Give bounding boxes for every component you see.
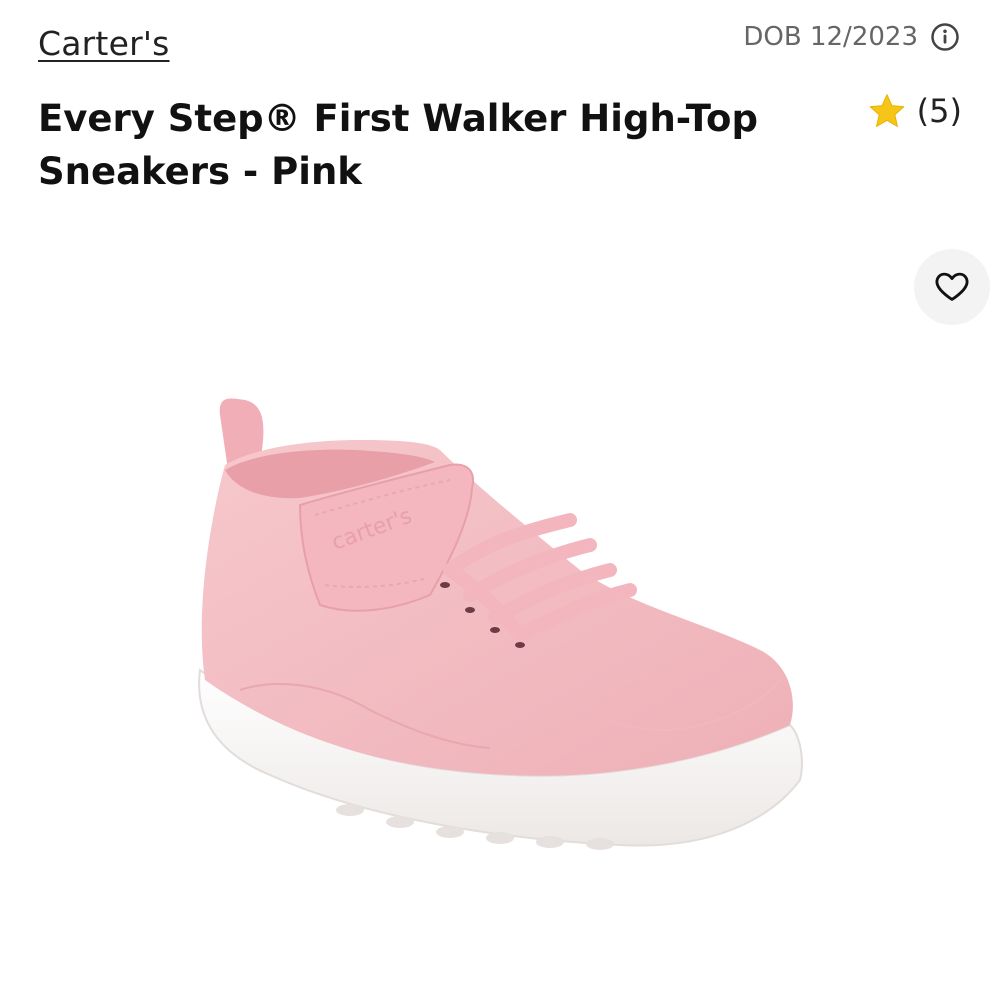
dob-info[interactable]: DOB 12/2023 [743,22,960,52]
product-title: Every Step® First Walker High-Top Sneake… [38,97,758,193]
brand-link[interactable]: Carter's [38,24,170,63]
rating[interactable]: (5) [867,91,962,131]
review-count: (5) [916,92,962,130]
product-image[interactable]: carter's [150,380,850,880]
info-icon[interactable] [930,22,960,52]
favorite-button[interactable] [914,249,990,325]
heart-outline-icon [933,267,971,308]
dob-label: DOB 12/2023 [743,22,918,52]
star-icon [867,91,907,131]
